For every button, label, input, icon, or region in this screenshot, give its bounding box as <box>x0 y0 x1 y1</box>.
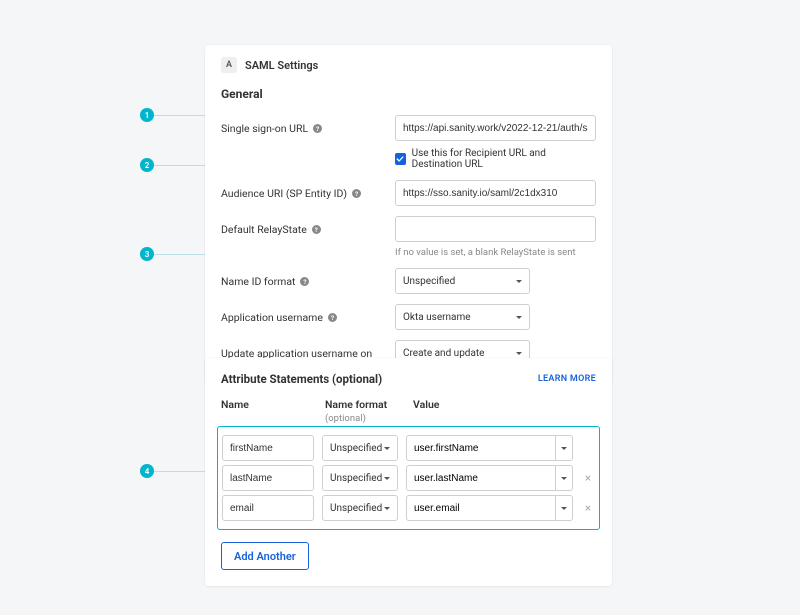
chevron-down-icon <box>516 316 522 319</box>
section-title-general: General <box>221 87 596 101</box>
chevron-down-icon <box>516 352 522 355</box>
label-sso-url: Single sign-on URL <box>221 122 308 135</box>
select-app-username[interactable]: Okta username <box>395 304 530 330</box>
select-value: Unspecified <box>330 503 382 514</box>
select-attr-value-caret[interactable] <box>555 465 573 491</box>
checkbox-recipient-url[interactable] <box>395 153 406 165</box>
panel-title: SAML Settings <box>245 59 318 72</box>
select-attr-format[interactable]: Unspecified <box>322 435 398 461</box>
col-header-value: Value <box>413 398 596 424</box>
select-attr-value-caret[interactable] <box>555 435 573 461</box>
remove-row-button[interactable]: × <box>581 471 595 485</box>
attribute-rows-group: Unspecified Unspecified × <box>217 426 600 530</box>
checkbox-label: Use this for Recipient URL and Destinati… <box>412 148 596 170</box>
attribute-row: Unspecified × <box>222 465 595 491</box>
input-audience-uri[interactable] <box>395 180 596 206</box>
col-header-format: Name format <box>325 398 387 411</box>
chevron-down-icon <box>384 507 390 510</box>
input-attr-name[interactable] <box>222 465 314 491</box>
input-relaystate[interactable] <box>395 216 596 242</box>
callout-circle: 4 <box>140 464 154 478</box>
input-attr-name[interactable] <box>222 495 314 521</box>
help-icon[interactable]: ? <box>300 277 309 286</box>
select-attr-format[interactable]: Unspecified <box>322 465 398 491</box>
select-value: Unspecified <box>403 276 455 287</box>
label-relaystate: Default RelayState <box>221 223 307 236</box>
help-icon[interactable]: ? <box>313 124 322 133</box>
help-icon[interactable]: ? <box>352 189 361 198</box>
chevron-down-icon <box>561 507 567 510</box>
attribute-row: Unspecified <box>222 435 595 461</box>
chevron-down-icon <box>561 477 567 480</box>
help-icon[interactable]: ? <box>312 225 321 234</box>
col-header-name: Name <box>221 398 317 424</box>
select-attr-format[interactable]: Unspecified <box>322 495 398 521</box>
label-audience-uri: Audience URI (SP Entity ID) <box>221 187 347 200</box>
input-attr-name[interactable] <box>222 435 314 461</box>
select-value: Okta username <box>403 312 471 323</box>
input-attr-value[interactable] <box>406 495 555 521</box>
section-title-attributes: Attribute Statements (optional) <box>221 372 382 386</box>
select-attr-value-caret[interactable] <box>555 495 573 521</box>
chevron-down-icon <box>516 280 522 283</box>
select-nameid-format[interactable]: Unspecified <box>395 268 530 294</box>
help-icon[interactable]: ? <box>328 313 337 322</box>
select-value: Unspecified <box>330 473 382 484</box>
input-attr-value[interactable] <box>406 435 555 461</box>
select-value: Create and update <box>403 348 484 359</box>
col-header-format-sub: (optional) <box>325 413 366 424</box>
chevron-down-icon <box>561 447 567 450</box>
app-badge: A <box>221 57 237 73</box>
input-attr-value[interactable] <box>406 465 555 491</box>
callout-circle: 2 <box>140 158 154 172</box>
label-nameid-format: Name ID format <box>221 275 295 288</box>
attribute-row: Unspecified × <box>222 495 595 521</box>
chevron-down-icon <box>384 477 390 480</box>
link-learn-more[interactable]: LEARN MORE <box>538 374 596 384</box>
input-sso-url[interactable] <box>395 115 596 141</box>
add-another-button[interactable]: Add Another <box>221 542 309 570</box>
panel-saml-general: A SAML Settings General Single sign-on U… <box>205 45 612 384</box>
remove-row-button[interactable]: × <box>581 501 595 515</box>
label-app-username: Application username <box>221 311 323 324</box>
panel-attribute-statements: Attribute Statements (optional) LEARN MO… <box>205 358 612 586</box>
callout-circle: 1 <box>140 108 154 122</box>
chevron-down-icon <box>384 447 390 450</box>
check-icon <box>396 155 404 163</box>
hint-relaystate: If no value is set, a blank RelayState i… <box>395 247 596 258</box>
callout-circle: 3 <box>140 247 154 261</box>
select-value: Unspecified <box>330 443 382 454</box>
